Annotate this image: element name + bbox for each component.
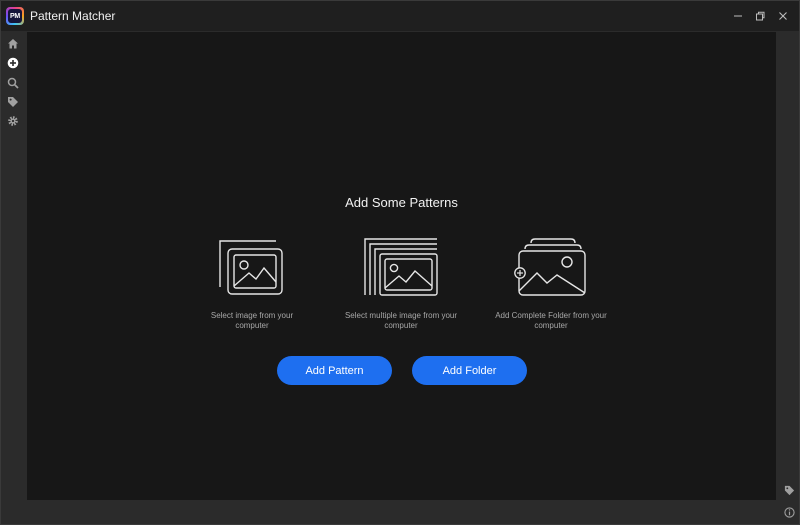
tag-icon xyxy=(8,97,18,107)
close-icon xyxy=(779,12,787,20)
close-button[interactable] xyxy=(772,5,794,27)
add-pattern-button[interactable]: Add Pattern xyxy=(277,356,392,385)
info-icon xyxy=(783,506,795,518)
right-tag-button[interactable] xyxy=(783,484,795,496)
folder-images-icon xyxy=(514,238,586,296)
tag-icon xyxy=(784,485,794,495)
sidebar-item-settings[interactable] xyxy=(6,114,20,128)
option-caption: Select multiple image from your computer xyxy=(344,311,458,330)
info-button[interactable] xyxy=(783,506,795,518)
title-bar: PM Pattern Matcher xyxy=(1,1,799,31)
maximize-icon xyxy=(756,11,765,21)
minimize-button[interactable] xyxy=(727,5,749,27)
app-logo-icon: PM xyxy=(6,7,24,25)
sidebar xyxy=(1,31,25,524)
app-title: Pattern Matcher xyxy=(30,9,116,23)
option-add-folder[interactable]: Add Complete Folder from your computer xyxy=(476,237,626,331)
add-circle-icon xyxy=(7,57,19,69)
add-folder-button[interactable]: Add Folder xyxy=(412,356,527,385)
sidebar-item-search[interactable] xyxy=(6,76,20,90)
multiple-images-icon xyxy=(364,238,438,296)
app-window: PM Pattern Matcher Add Some Patterns Sel… xyxy=(0,0,800,525)
sidebar-item-home[interactable] xyxy=(6,37,20,51)
app-logo-text: PM xyxy=(8,9,22,23)
vertical-scrollbar[interactable] xyxy=(779,32,797,472)
home-icon xyxy=(8,39,18,49)
status-bar xyxy=(27,501,776,524)
single-image-icon xyxy=(219,240,283,295)
sidebar-item-tags[interactable] xyxy=(6,95,20,109)
minimize-icon xyxy=(734,15,742,17)
option-select-multiple[interactable]: Select multiple image from your computer xyxy=(326,237,476,331)
option-select-image[interactable]: Select image from your computer xyxy=(177,237,327,331)
option-caption: Add Complete Folder from your computer xyxy=(495,311,607,330)
gear-icon xyxy=(8,116,18,126)
maximize-button[interactable] xyxy=(749,5,771,27)
option-caption: Select image from your computer xyxy=(210,311,294,330)
page-heading: Add Some Patterns xyxy=(345,195,458,210)
main-content: Add Some Patterns Select image from your… xyxy=(27,32,776,500)
search-icon xyxy=(7,77,19,89)
sidebar-item-add[interactable] xyxy=(6,56,20,70)
